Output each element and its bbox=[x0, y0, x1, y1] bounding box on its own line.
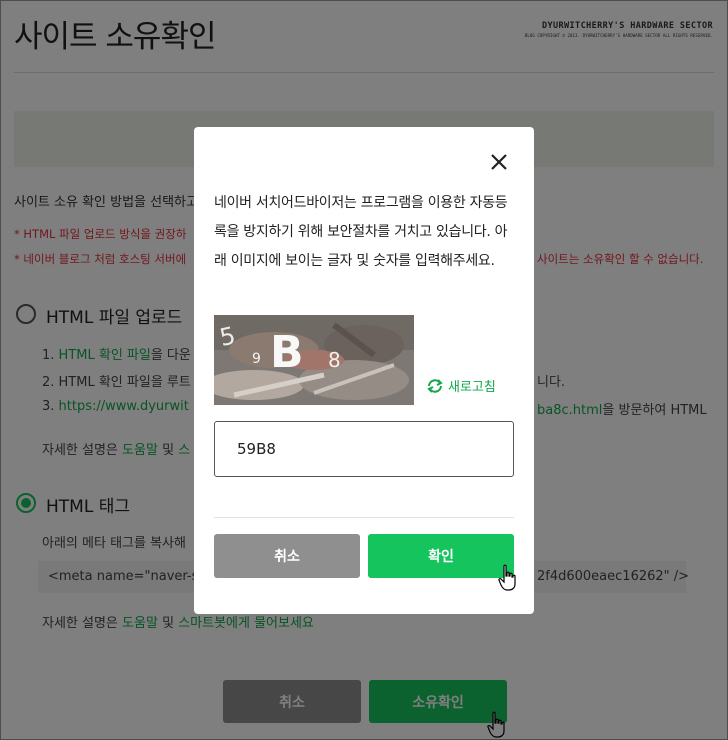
captcha-instructions: 네이버 서치어드바이저는 프로그램을 이용한 자동등록을 방지하기 위해 보안절… bbox=[214, 195, 508, 269]
captcha-char-2: 9 bbox=[252, 351, 261, 367]
captcha-input[interactable] bbox=[214, 421, 514, 477]
modal-confirm-button[interactable]: 확인 bbox=[368, 534, 514, 578]
hand-cursor-icon bbox=[498, 564, 516, 591]
captcha-char-3: B bbox=[270, 327, 304, 378]
refresh-label: 새로고침 bbox=[448, 380, 496, 395]
refresh-icon bbox=[427, 378, 443, 393]
captcha-char-4: 8 bbox=[328, 348, 341, 372]
modal-divider bbox=[214, 517, 514, 518]
modal-cancel-button[interactable]: 취소 bbox=[214, 534, 360, 578]
refresh-captcha-button[interactable]: 새로고침 bbox=[426, 376, 496, 395]
captcha-modal: 네이버 서치어드바이저는 프로그램을 이용한 자동등록을 방지하기 위해 보안절… bbox=[194, 127, 534, 614]
captcha-image: 5 9 B 8 bbox=[214, 315, 414, 405]
close-icon[interactable] bbox=[488, 151, 510, 173]
